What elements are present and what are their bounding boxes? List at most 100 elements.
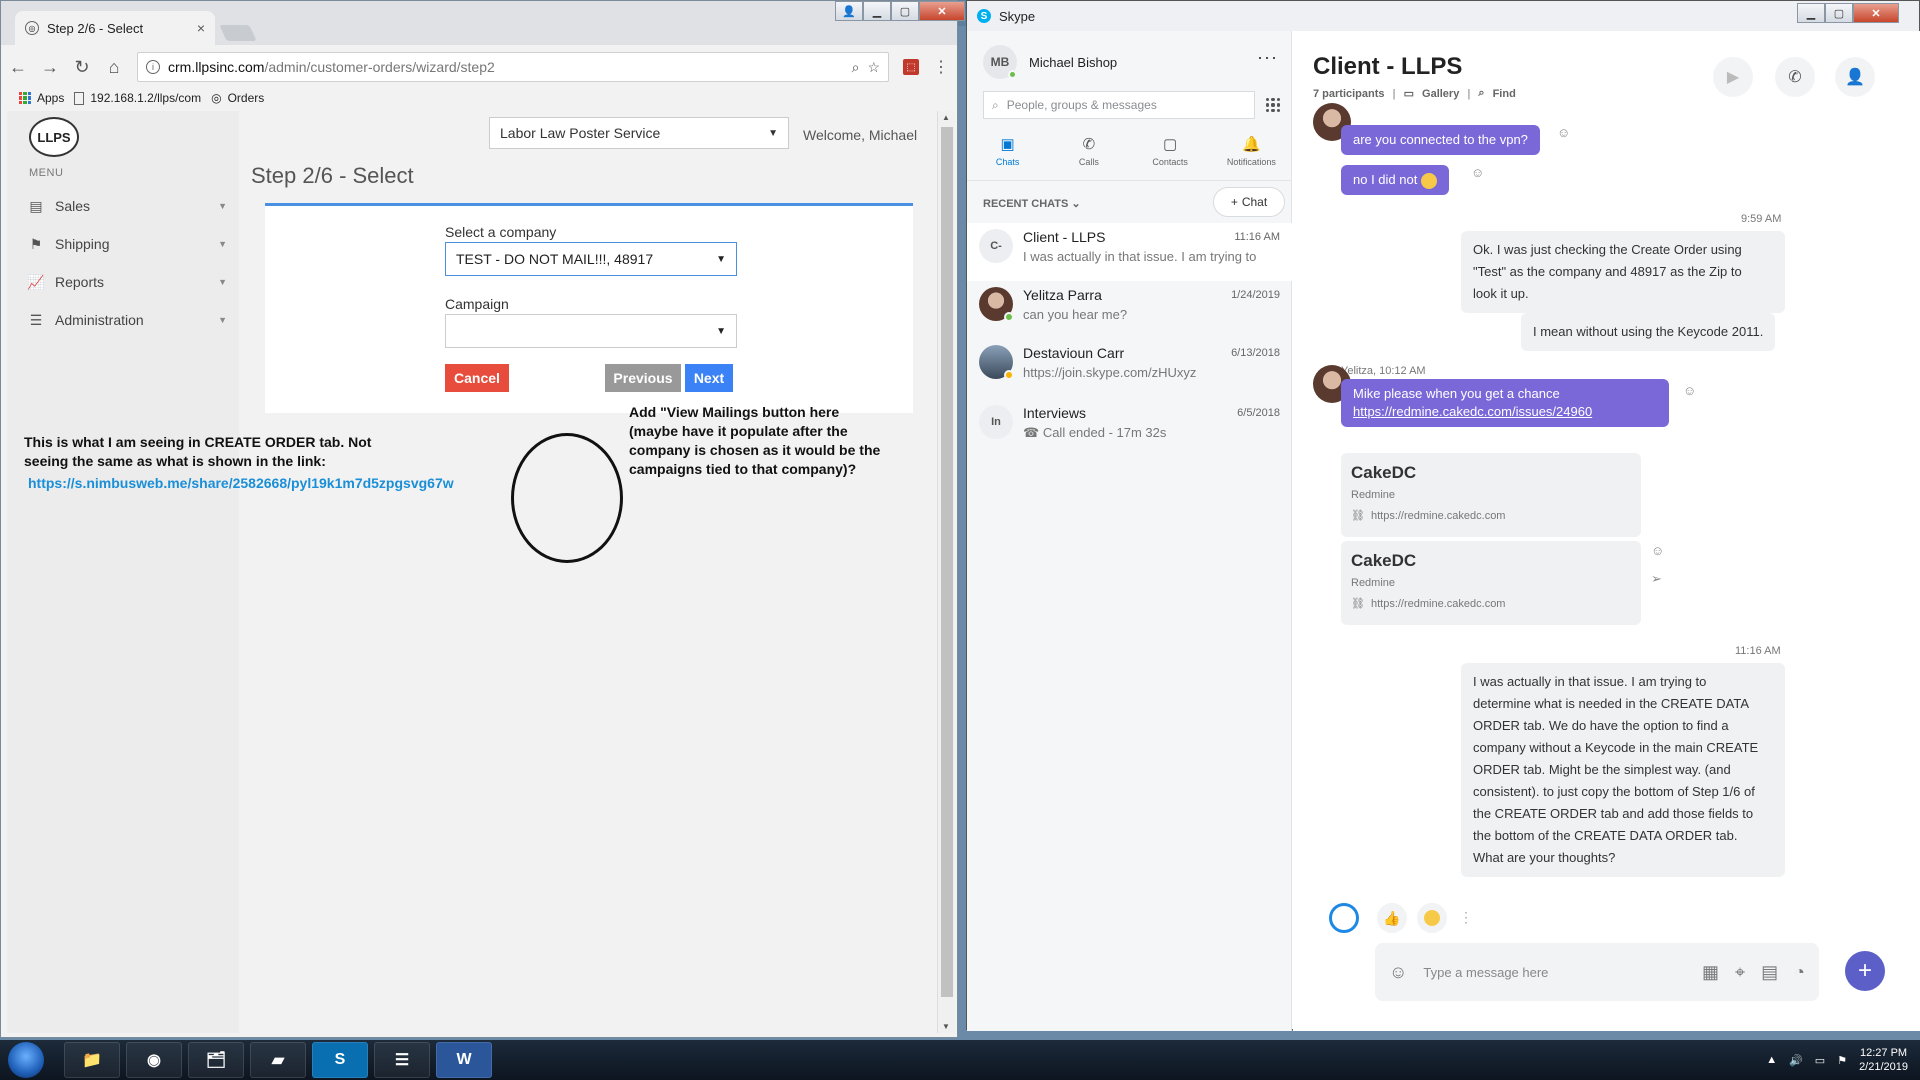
minimize-button[interactable]: ▁ [863, 1, 891, 21]
company-select[interactable]: TEST - DO NOT MAIL!!!, 48917 ▼ [445, 242, 737, 276]
info-icon[interactable]: i [146, 60, 160, 74]
forward-icon[interactable]: ➢ [1651, 571, 1662, 587]
sidebar-item-sales[interactable]: ▤ Sales ▼ [27, 193, 227, 219]
audio-call-button[interactable]: ✆ [1775, 57, 1815, 97]
word-taskbar-icon[interactable]: W [436, 1042, 492, 1078]
toolbar: ← → ↻ ⌂ i crm.llpsinc.com/admin/customer… [1, 45, 957, 89]
notes-taskbar-icon[interactable]: ▰ [250, 1042, 306, 1078]
minimize-button[interactable]: ▁ [1797, 3, 1825, 23]
pdf-extension-icon[interactable]: ⬚ [903, 59, 919, 75]
redmine-issue-link[interactable]: https://redmine.cakedc.com/issues/24960 [1353, 404, 1592, 419]
next-button[interactable]: Next [685, 364, 733, 392]
company-select-value: TEST - DO NOT MAIL!!!, 48917 [456, 251, 654, 267]
previous-button[interactable]: Previous [605, 364, 681, 392]
llps-logo[interactable]: LLPS [29, 117, 79, 157]
chat-item-client-llps[interactable]: C- Client - LLPS 11:16 AM I was actually … [967, 223, 1292, 281]
sidebar-item-reports[interactable]: 📈 Reports ▼ [27, 269, 227, 295]
show-hidden-icons-icon[interactable]: ▲ [1766, 1054, 1777, 1066]
message-line: What are your thoughts? [1473, 850, 1616, 865]
location-pin-icon[interactable]: ⌖ [1735, 962, 1745, 983]
conversation-pane: Client - LLPS 7 participants | ▭ Gallery… [1293, 31, 1920, 1031]
annotation-link[interactable]: https://s.nimbusweb.me/share/2582668/pyl… [28, 475, 454, 491]
emoji-react-icon[interactable]: ☺ [1683, 383, 1696, 398]
gallery-icon[interactable]: ▦ [1702, 962, 1719, 983]
tab-calls[interactable]: ✆ Calls [1048, 131, 1129, 180]
emoji-react-icon[interactable]: ☺ [1471, 165, 1484, 180]
file-explorer-icon[interactable]: 📁 [64, 1042, 120, 1078]
reload-icon[interactable]: ↻ [73, 57, 91, 78]
page-scrollbar[interactable]: ▲ ▼ [937, 111, 955, 1033]
bookmark-ip[interactable]: 192.168.1.2/llps/com [74, 91, 201, 105]
more-reactions-icon[interactable]: ⋮ [1459, 909, 1473, 926]
message-input[interactable]: Type a message here [1423, 965, 1686, 980]
poll-icon[interactable]: ◔ [1794, 962, 1805, 983]
company-dropdown[interactable]: Labor Law Poster Service ▼ [489, 117, 789, 149]
gallery-link[interactable]: Gallery [1422, 88, 1459, 100]
scroll-up-icon[interactable]: ▲ [942, 113, 950, 122]
home-icon[interactable]: ⌂ [105, 57, 123, 78]
emoji-react-icon[interactable]: ☺ [1557, 125, 1570, 140]
bookmark-apps[interactable]: Apps [19, 91, 64, 105]
new-chat-button[interactable]: + Chat [1213, 187, 1285, 217]
campaign-select[interactable]: ▼ [445, 314, 737, 348]
address-bar[interactable]: i crm.llpsinc.com/admin/customer-orders/… [137, 52, 889, 82]
link-preview-card[interactable]: CakeDC Redmine ⛓ https://redmine.cakedc.c… [1341, 541, 1641, 625]
participants-link[interactable]: 7 participants [1313, 88, 1385, 100]
tab-chats[interactable]: ▣ Chats [967, 131, 1048, 180]
message-composer: ☺ Type a message here ▦ ⌖ ▤ ◔ [1375, 943, 1819, 1001]
chat-item-destavioun-carr[interactable]: Destavioun Carr 6/13/2018 https://join.sk… [967, 339, 1292, 397]
chat-item-interviews[interactable]: In Interviews 6/5/2018 ☎ Call ended - 17m… [967, 399, 1292, 457]
sidebar-item-shipping[interactable]: ⚑ Shipping ▼ [27, 231, 227, 257]
add-content-button[interactable]: + [1845, 951, 1885, 991]
scroll-down-icon[interactable]: ▼ [942, 1022, 950, 1031]
dropdown-arrow-icon: ▼ [716, 325, 726, 337]
scroll-thumb[interactable] [941, 127, 953, 997]
folder-taskbar-icon[interactable]: 🗂 [188, 1042, 244, 1078]
window-controls: 👤 ▁ ▢ ✕ [835, 1, 965, 21]
link-preview-card[interactable]: CakeDC Redmine ⛓ https://redmine.cakedc.c… [1341, 453, 1641, 537]
recent-chats-header[interactable]: RECENT CHATS ⌄ [983, 197, 1081, 210]
forward-arrow-icon[interactable]: → [41, 57, 59, 78]
chrome-menu-icon[interactable]: ⋮ [933, 57, 949, 77]
maximize-button[interactable]: ▢ [1825, 3, 1853, 23]
emoji-picker-icon[interactable]: ☺ [1389, 962, 1407, 983]
start-button[interactable] [8, 1042, 44, 1078]
database-taskbar-icon[interactable]: ☰ [374, 1042, 430, 1078]
back-arrow-icon[interactable]: ← [9, 57, 27, 78]
more-options-icon[interactable]: ··· [1257, 47, 1278, 68]
chart-icon: 📈 [27, 273, 45, 290]
sidebar-item-administration[interactable]: ☰ Administration ▼ [27, 307, 227, 333]
bookmark-star-icon[interactable]: ☆ [867, 59, 880, 76]
chrome-taskbar-icon[interactable]: ◉ [126, 1042, 182, 1078]
action-center-flag-icon[interactable]: ⚑ [1837, 1054, 1847, 1067]
maximize-button[interactable]: ▢ [891, 1, 919, 21]
clock[interactable]: 12:27 PM 2/21/2019 [1859, 1046, 1908, 1074]
dialpad-icon[interactable] [1263, 95, 1283, 115]
emoji-react-icon[interactable]: ☺ [1651, 543, 1664, 558]
smile-reaction[interactable] [1417, 903, 1447, 933]
browser-tab[interactable]: ◎ Step 2/6 - Select × [15, 11, 215, 45]
find-link[interactable]: Find [1493, 88, 1516, 100]
new-tab-button[interactable] [219, 25, 257, 41]
tab-notifications[interactable]: 🔔 Notifications [1211, 131, 1292, 180]
caret-down-icon: ▼ [218, 239, 227, 249]
close-window-button[interactable]: ✕ [919, 1, 965, 21]
profile[interactable]: MB Michael Bishop [983, 45, 1117, 79]
search-input[interactable]: ⌕ People, groups & messages [983, 91, 1255, 119]
profile-icon[interactable]: 👤 [835, 1, 863, 21]
close-window-button[interactable]: ✕ [1853, 3, 1899, 23]
zoom-icon[interactable]: ⌕ [852, 59, 860, 76]
cancel-button[interactable]: Cancel [445, 364, 509, 392]
call-ended-icon: ☎ [1023, 425, 1043, 440]
chat-item-yelitza-parra[interactable]: Yelitza Parra 1/24/2019 can you hear me? [967, 281, 1292, 339]
skype-taskbar-icon[interactable]: S [312, 1042, 368, 1078]
bookmark-orders[interactable]: ◎ Orders [211, 91, 264, 105]
add-people-button[interactable]: 👤 [1835, 57, 1875, 97]
tab-contacts[interactable]: ▢ Contacts [1130, 131, 1211, 180]
thumbs-up-reaction[interactable]: 👍 [1377, 903, 1407, 933]
video-call-button[interactable]: ▶ [1713, 57, 1753, 97]
contact-card-icon[interactable]: ▤ [1761, 962, 1778, 983]
network-icon[interactable]: ▭ [1815, 1054, 1825, 1067]
volume-icon[interactable]: 🔊 [1789, 1054, 1803, 1067]
close-tab-icon[interactable]: × [197, 20, 205, 36]
